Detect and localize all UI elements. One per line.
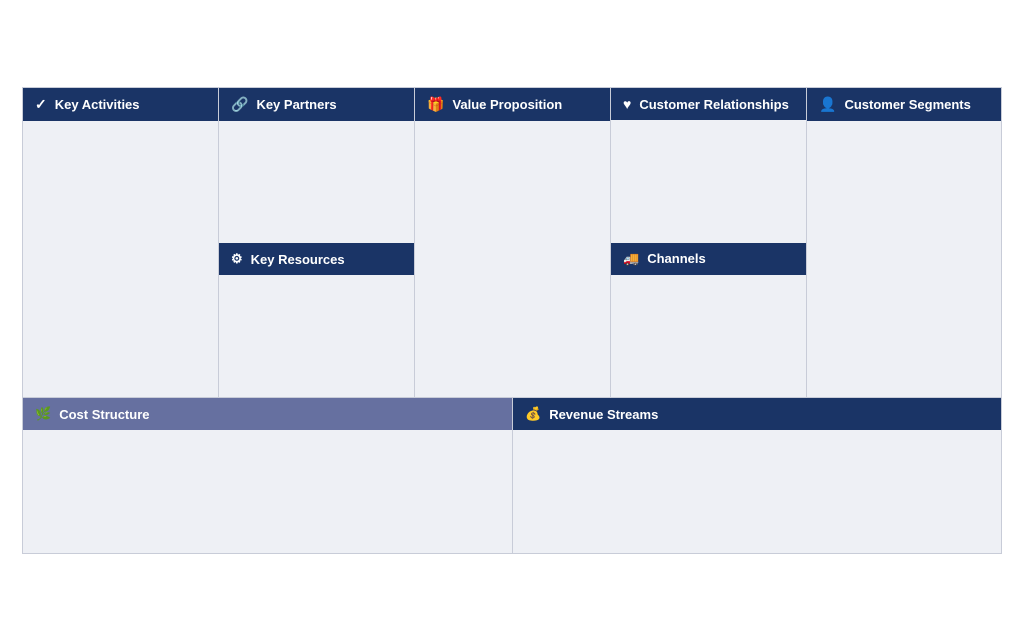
canvas-wrapper: ✓ Key Activities 🔗 Key Partners ⚙ Key Re…	[0, 0, 1024, 641]
bmc-container: ✓ Key Activities 🔗 Key Partners ⚙ Key Re…	[22, 87, 1002, 554]
key-activities-body[interactable]	[23, 121, 218, 397]
cost-structure-label: Cost Structure	[59, 407, 149, 422]
value-proposition-label: Value Proposition	[452, 97, 562, 112]
customer-segments-body[interactable]	[807, 121, 1001, 397]
gear-icon: ⚙	[231, 251, 243, 267]
key-activities-header[interactable]: ✓ Key Activities	[23, 88, 218, 121]
top-section: ✓ Key Activities 🔗 Key Partners ⚙ Key Re…	[23, 88, 1001, 398]
heart-icon: ♥	[623, 96, 631, 112]
truck-icon: 🚚	[623, 251, 639, 267]
value-proposition-header[interactable]: 🎁 Value Proposition	[415, 88, 610, 121]
customer-segments-column: 👤 Customer Segments	[807, 88, 1001, 397]
link-icon: 🔗	[231, 96, 248, 113]
customer-segments-header[interactable]: 👤 Customer Segments	[807, 88, 1001, 121]
customer-relationships-label: Customer Relationships	[639, 97, 789, 112]
key-resources-header[interactable]: ⚙ Key Resources	[219, 243, 414, 275]
key-partners-column: 🔗 Key Partners ⚙ Key Resources	[219, 88, 415, 397]
check-icon: ✓	[35, 96, 47, 113]
leaf-icon: 🌿	[35, 406, 51, 422]
value-proposition-body[interactable]	[415, 121, 610, 397]
key-partners-body[interactable]: ⚙ Key Resources	[219, 121, 414, 397]
revenue-streams-column: 💰 Revenue Streams	[513, 398, 1001, 553]
channels-label: Channels	[647, 251, 706, 266]
cost-structure-body[interactable]	[23, 430, 512, 553]
revenue-streams-body[interactable]	[513, 430, 1001, 553]
cost-structure-column: 🌿 Cost Structure	[23, 398, 513, 553]
customer-segments-label: Customer Segments	[844, 97, 970, 112]
revenue-streams-header[interactable]: 💰 Revenue Streams	[513, 398, 1001, 430]
cost-structure-header[interactable]: 🌿 Cost Structure	[23, 398, 512, 430]
money-icon: 💰	[525, 406, 541, 422]
key-partners-header[interactable]: 🔗 Key Partners	[219, 88, 414, 121]
revenue-streams-label: Revenue Streams	[549, 407, 658, 422]
person-icon: 👤	[819, 96, 836, 113]
gift-icon: 🎁	[427, 96, 444, 113]
value-proposition-column: 🎁 Value Proposition	[415, 88, 611, 397]
key-resources-label: Key Resources	[251, 252, 345, 267]
key-partners-label: Key Partners	[256, 97, 336, 112]
channels-header[interactable]: 🚚 Channels	[611, 243, 806, 275]
customer-relationships-column: ♥ Customer Relationships 🚚 Channels	[611, 88, 807, 397]
bottom-section: 🌿 Cost Structure 💰 Revenue Streams	[23, 398, 1001, 553]
key-activities-label: Key Activities	[55, 97, 140, 112]
customer-relationships-body[interactable]: 🚚 Channels	[611, 120, 806, 397]
key-activities-column: ✓ Key Activities	[23, 88, 219, 397]
customer-relationships-header[interactable]: ♥ Customer Relationships	[611, 88, 806, 120]
